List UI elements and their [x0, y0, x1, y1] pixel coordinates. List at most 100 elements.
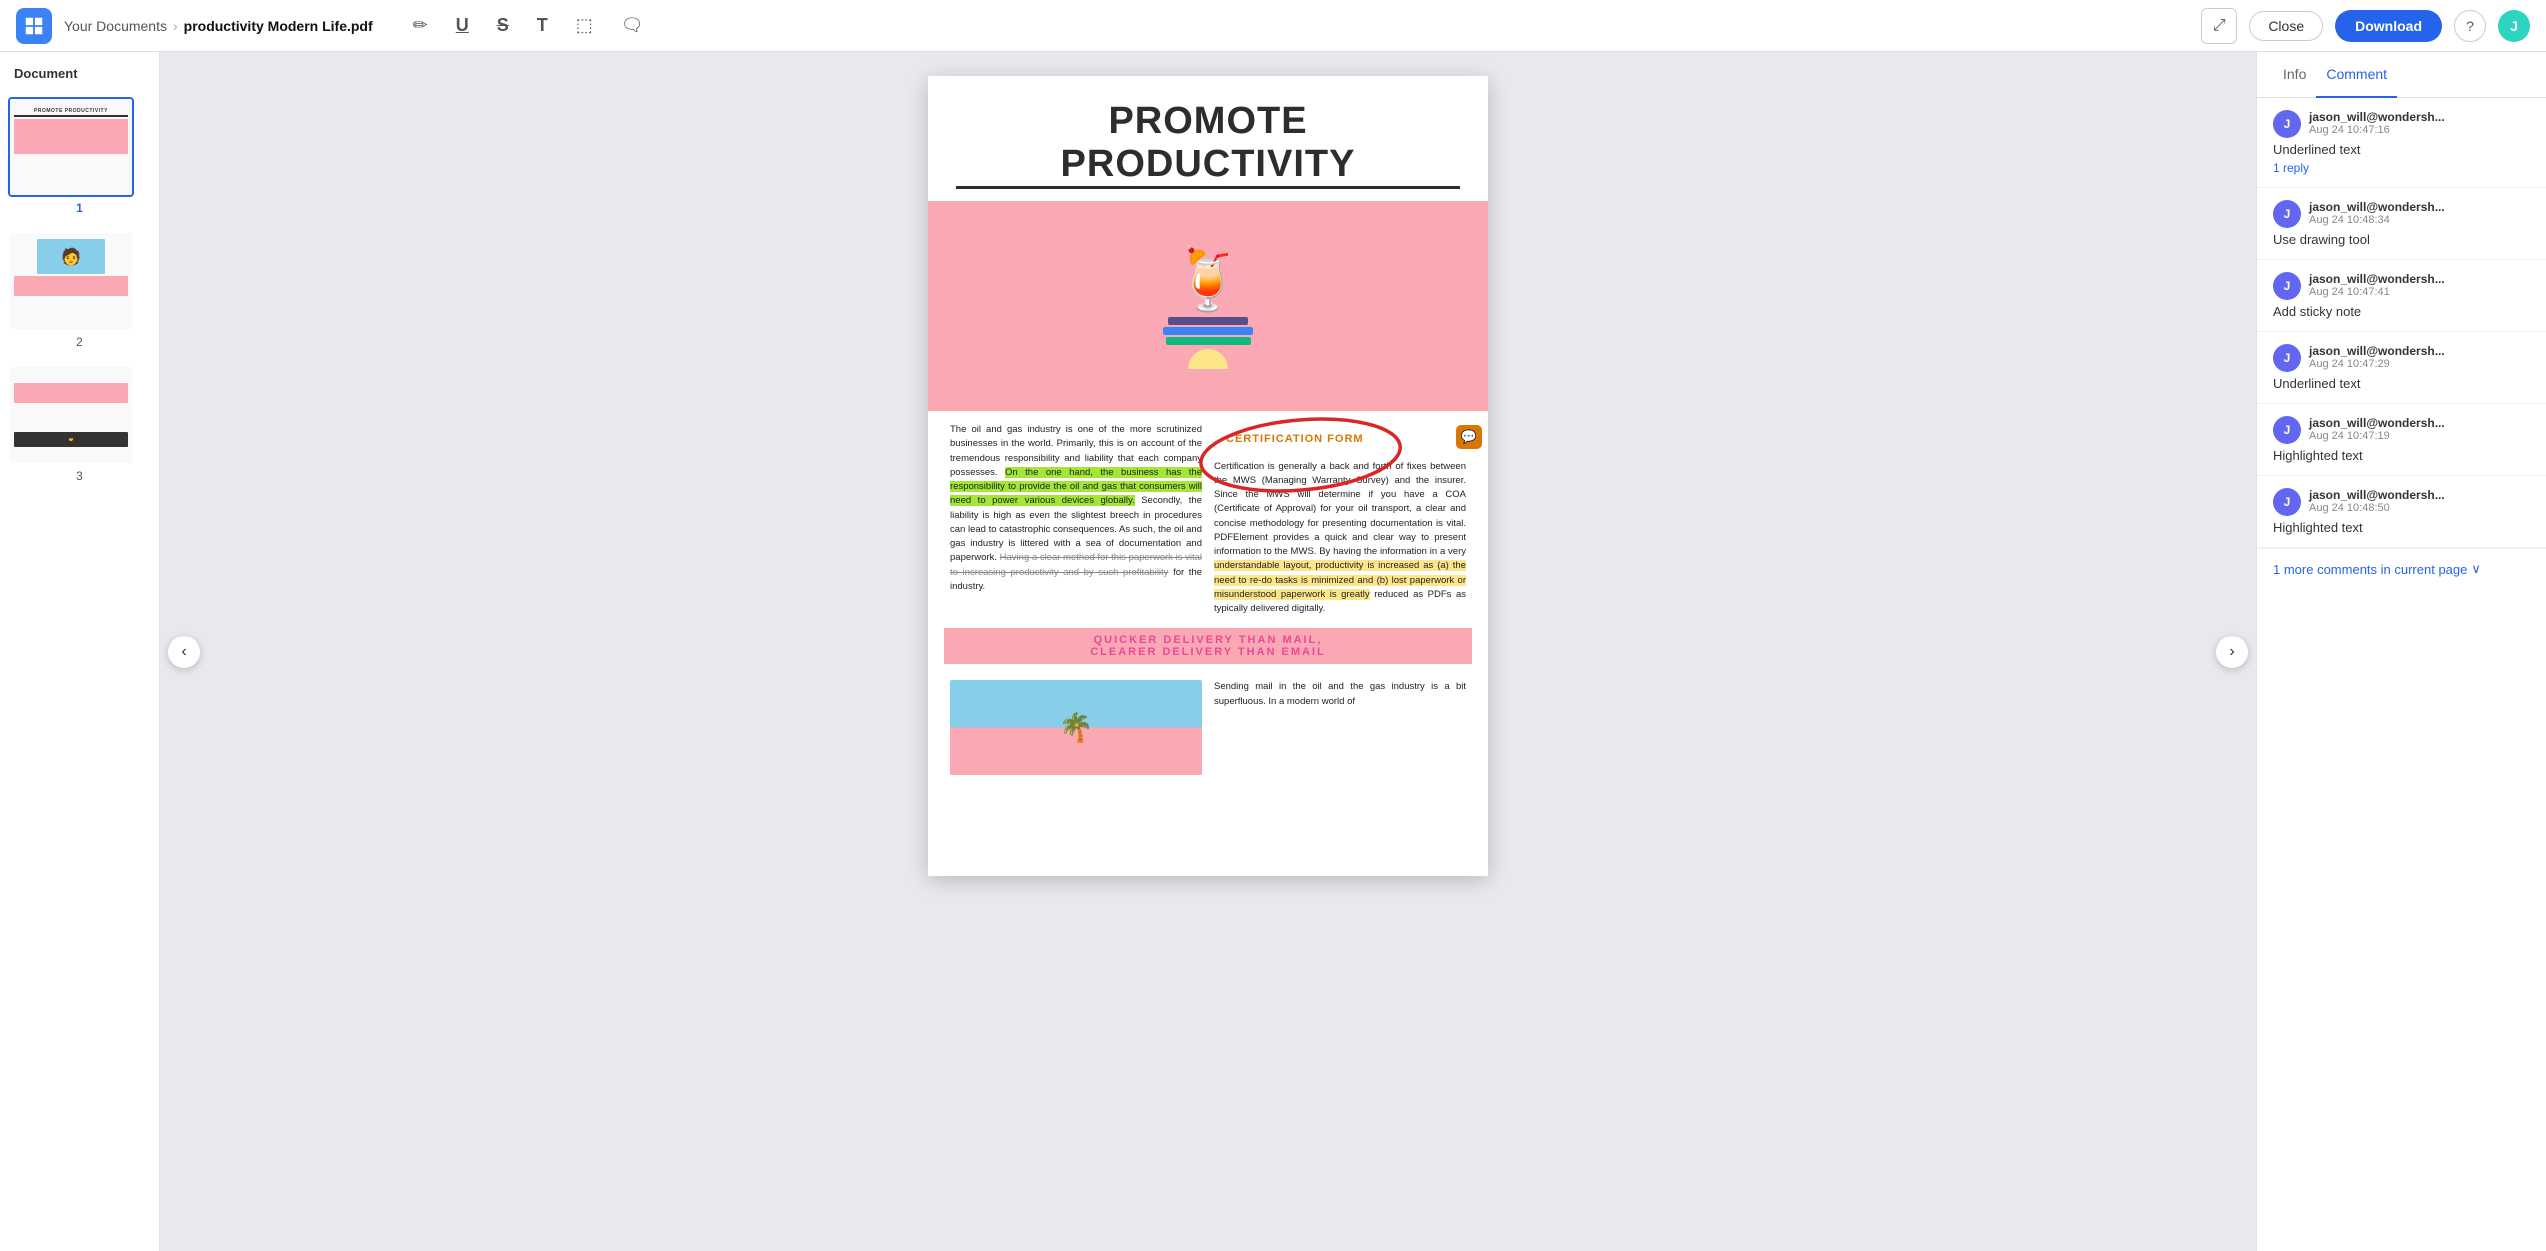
- left-sidebar: Document PROMOTE PRODUCTIVITY 1: [0, 52, 160, 1251]
- comment-meta: jason_will@wondersh... Aug 24 10:47:16: [2309, 110, 2445, 136]
- comment-item: J jason_will@wondersh... Aug 24 10:47:41…: [2257, 260, 2546, 332]
- pink-heading-2: CLEARER DELIVERY THAN EMAIL: [954, 646, 1462, 658]
- avatar[interactable]: J: [2498, 10, 2530, 42]
- pdf-page: PROMOTE PRODUCTIVITY 🍹 The oil: [928, 76, 1488, 876]
- comment-meta: jason_will@wondersh... Aug 24 10:47:41: [2309, 272, 2445, 298]
- comment-time: Aug 24 10:48:50: [2309, 502, 2445, 514]
- cert-title: CERTIFICATION FORM: [1226, 431, 1454, 448]
- pink-section: QUICKER DELIVERY THAN MAIL, CLEARER DELI…: [944, 628, 1472, 664]
- breadcrumb: Your Documents › productivity Modern Lif…: [64, 18, 373, 34]
- close-button[interactable]: Close: [2249, 11, 2323, 41]
- comment-time: Aug 24 10:48:34: [2309, 214, 2445, 226]
- col-bottom-text: Sending mail in the oil and the gas indu…: [1214, 680, 1466, 709]
- app-logo: [16, 8, 52, 44]
- certification-box: 💬 CERTIFICATION FORM: [1214, 423, 1466, 456]
- header: Your Documents › productivity Modern Lif…: [0, 0, 2546, 52]
- comment-meta: jason_will@wondersh... Aug 24 10:47:19: [2309, 416, 2445, 442]
- comment-reply[interactable]: 1 reply: [2273, 161, 2530, 175]
- pdf-col-left: The oil and gas industry is one of the m…: [944, 423, 1208, 616]
- comment-bubble[interactable]: 💬: [1456, 425, 1482, 449]
- comment-avatar: J: [2273, 488, 2301, 516]
- pdf-col-bottom-right: Sending mail in the oil and the gas indu…: [1208, 680, 1472, 775]
- col2-cert-body: Certification is generally a back and fo…: [1214, 460, 1466, 617]
- comment-header: J jason_will@wondersh... Aug 24 10:47:19: [2273, 416, 2530, 444]
- pink-heading-1: QUICKER DELIVERY THAN MAIL,: [954, 634, 1462, 646]
- page-num-1: 1: [8, 201, 151, 215]
- header-right: ⤢ Close Download ? J: [2201, 8, 2530, 44]
- comment-time: Aug 24 10:47:29: [2309, 358, 2445, 370]
- comment-time: Aug 24 10:47:16: [2309, 124, 2445, 136]
- comment-header: J jason_will@wondersh... Aug 24 10:48:50: [2273, 488, 2530, 516]
- breadcrumb-filename: productivity Modern Life.pdf: [184, 18, 373, 34]
- comment-header: J jason_will@wondersh... Aug 24 10:47:41: [2273, 272, 2530, 300]
- pdf-top-image: 🍹: [928, 201, 1488, 411]
- comment-avatar: J: [2273, 200, 2301, 228]
- comment-header: J jason_will@wondersh... Aug 24 10:47:29: [2273, 344, 2530, 372]
- external-link-button[interactable]: ⤢: [2201, 8, 2237, 44]
- comment-item: J jason_will@wondersh... Aug 24 10:47:19…: [2257, 404, 2546, 476]
- comment-avatar: J: [2273, 416, 2301, 444]
- comment-text: Underlined text: [2273, 376, 2530, 391]
- pencil-icon[interactable]: ✏: [409, 11, 432, 40]
- comment-text: Add sticky note: [2273, 304, 2530, 319]
- right-sidebar-tabs: Info Comment: [2257, 52, 2546, 98]
- title-underline: [956, 186, 1460, 189]
- help-button[interactable]: ?: [2454, 10, 2486, 42]
- underline-icon[interactable]: U: [452, 11, 473, 40]
- comment-item: J jason_will@wondersh... Aug 24 10:47:29…: [2257, 332, 2546, 404]
- page-thumb-3[interactable]: 🤝 3: [0, 357, 159, 491]
- comment-item: J jason_will@wondersh... Aug 24 10:48:50…: [2257, 476, 2546, 548]
- next-page-button[interactable]: ›: [2216, 636, 2248, 668]
- tab-info[interactable]: Info: [2273, 52, 2316, 98]
- comment-item: J jason_will@wondersh... Aug 24 10:48:34…: [2257, 188, 2546, 260]
- tab-comment[interactable]: Comment: [2316, 52, 2397, 98]
- breadcrumb-root[interactable]: Your Documents: [64, 18, 167, 34]
- comment-user: jason_will@wondersh...: [2309, 272, 2445, 286]
- comment-avatar: J: [2273, 110, 2301, 138]
- comment-user: jason_will@wondersh...: [2309, 344, 2445, 358]
- page-num-2: 2: [8, 335, 151, 349]
- comment-user: jason_will@wondersh...: [2309, 200, 2445, 214]
- comment-avatar: J: [2273, 272, 2301, 300]
- comment-icon[interactable]: 🗨: [617, 11, 648, 40]
- toolbar: ✏ U S T ⬚ 🗨: [409, 11, 648, 40]
- pdf-title: PROMOTE PRODUCTIVITY: [928, 76, 1488, 186]
- comment-user: jason_will@wondersh...: [2309, 416, 2445, 430]
- comment-item: J jason_will@wondersh... Aug 24 10:47:16…: [2257, 98, 2546, 188]
- comment-meta: jason_will@wondersh... Aug 24 10:48:34: [2309, 200, 2445, 226]
- download-button[interactable]: Download: [2335, 10, 2442, 42]
- content-area: ‹ › PROMOTE PRODUCTIVITY 🍹: [160, 52, 2256, 1251]
- more-comments-link[interactable]: 1 more comments in current page ∨: [2257, 548, 2546, 589]
- comments-list: J jason_will@wondersh... Aug 24 10:47:16…: [2257, 98, 2546, 1251]
- prev-page-button[interactable]: ‹: [168, 636, 200, 668]
- page-thumb-1[interactable]: PROMOTE PRODUCTIVITY 1: [0, 89, 159, 223]
- comment-time: Aug 24 10:47:41: [2309, 286, 2445, 298]
- sidebar-title: Document: [0, 52, 159, 89]
- strikethrough-icon[interactable]: S: [493, 11, 513, 40]
- pdf-body: The oil and gas industry is one of the m…: [928, 411, 1488, 628]
- page-thumb-2[interactable]: 🧑 2: [0, 223, 159, 357]
- page-num-3: 3: [8, 469, 151, 483]
- comment-header: J jason_will@wondersh... Aug 24 10:47:16: [2273, 110, 2530, 138]
- right-sidebar: Info Comment J jason_will@wondersh... Au…: [2256, 52, 2546, 1251]
- breadcrumb-separator: ›: [173, 18, 178, 34]
- comment-text: Use drawing tool: [2273, 232, 2530, 247]
- comment-header: J jason_will@wondersh... Aug 24 10:48:34: [2273, 200, 2530, 228]
- comment-text: Highlighted text: [2273, 520, 2530, 535]
- pdf-col-bottom-left: 🌴: [944, 680, 1208, 775]
- comment-avatar: J: [2273, 344, 2301, 372]
- comment-time: Aug 24 10:47:19: [2309, 430, 2445, 442]
- chevron-down-icon: ∨: [2471, 561, 2481, 577]
- pdf-body-bottom: 🌴 Sending mail in the oil and the gas in…: [928, 668, 1488, 787]
- erase-icon[interactable]: ⬚: [572, 11, 597, 40]
- pdf-col-right: 💬 CERTIFICATION FORM Certification is ge…: [1208, 423, 1472, 616]
- comment-user: jason_will@wondersh...: [2309, 110, 2445, 124]
- col1-p1: The oil and gas industry is one of the m…: [950, 423, 1202, 594]
- comment-text: Underlined text: [2273, 142, 2530, 157]
- comment-meta: jason_will@wondersh... Aug 24 10:48:50: [2309, 488, 2445, 514]
- main-layout: Document PROMOTE PRODUCTIVITY 1: [0, 52, 2546, 1251]
- text-icon[interactable]: T: [533, 11, 552, 40]
- comment-user: jason_will@wondersh...: [2309, 488, 2445, 502]
- comment-meta: jason_will@wondersh... Aug 24 10:47:29: [2309, 344, 2445, 370]
- comment-text: Highlighted text: [2273, 448, 2530, 463]
